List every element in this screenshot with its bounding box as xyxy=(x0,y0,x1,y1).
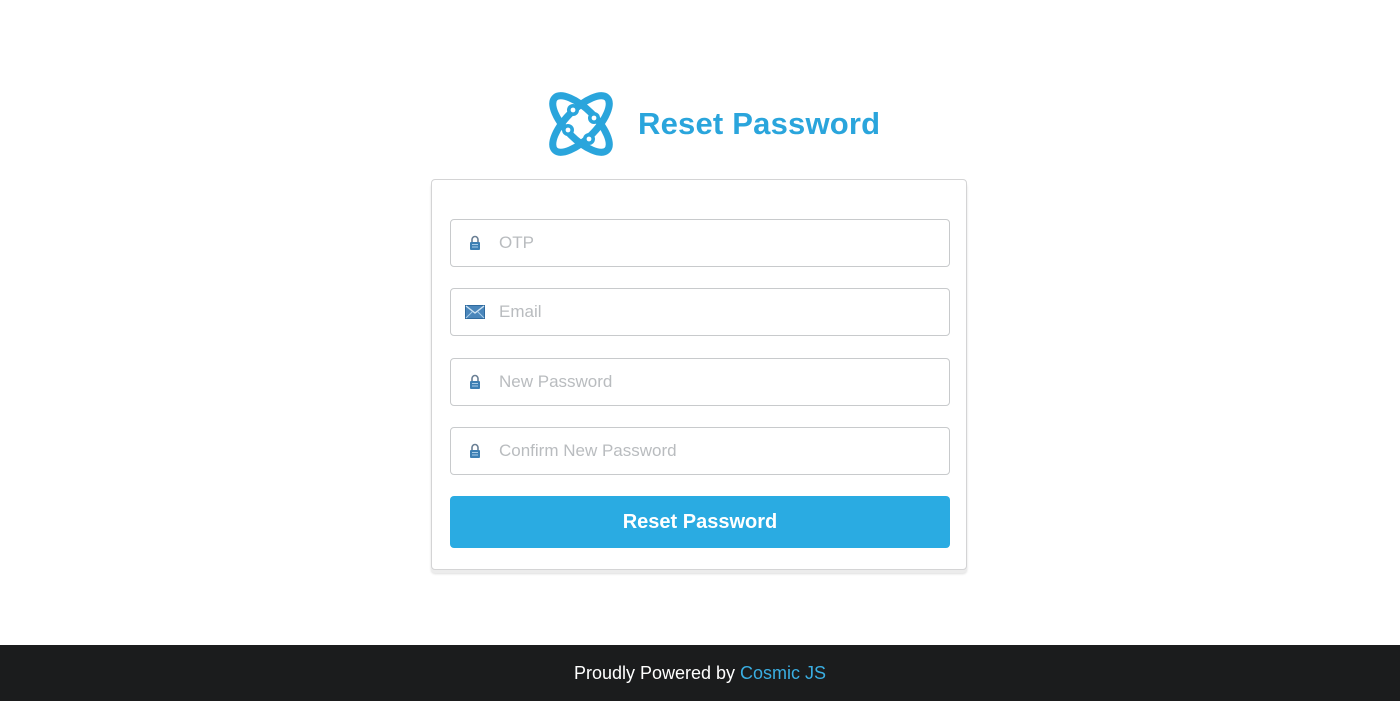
page-header: Reset Password xyxy=(542,86,880,162)
confirm-password-field[interactable] xyxy=(450,427,950,475)
reset-password-button[interactable]: Reset Password xyxy=(450,496,950,548)
footer-text: Proudly Powered by xyxy=(573,662,736,683)
otp-field[interactable] xyxy=(450,219,950,267)
new-password-field[interactable] xyxy=(450,358,950,406)
lock-icon xyxy=(451,220,499,266)
new-password-input[interactable] xyxy=(499,360,939,404)
email-field[interactable] xyxy=(450,288,950,336)
lock-icon xyxy=(451,428,499,474)
otp-input[interactable] xyxy=(499,221,939,265)
confirm-password-input[interactable] xyxy=(499,429,939,473)
cosmic-atom-icon xyxy=(549,92,613,156)
reset-password-page: Reset Password OTP Email Reset Password … xyxy=(0,0,1400,701)
cosmic-js-link[interactable]: Cosmic JS xyxy=(740,663,826,684)
email-input[interactable] xyxy=(499,290,939,334)
page-title: Reset Password xyxy=(638,106,881,141)
lock-icon xyxy=(451,359,499,405)
reset-password-form: Reset Password xyxy=(431,179,967,570)
mail-icon xyxy=(451,289,499,335)
footer: Proudly Powered by Cosmic JS xyxy=(0,645,1400,701)
